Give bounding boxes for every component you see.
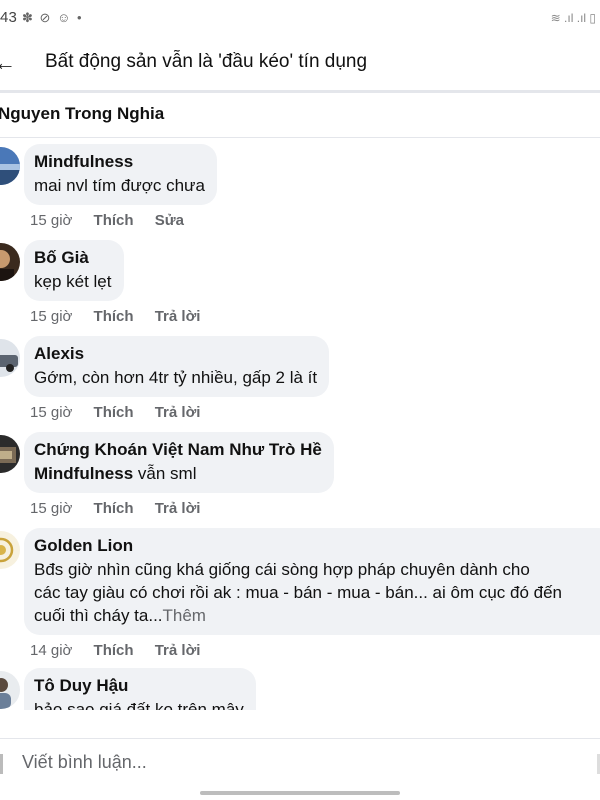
divider <box>0 738 600 739</box>
comment-actions: 15 giờ Thích Trả lời <box>30 308 217 325</box>
comment-actions: 15 giờ Thích Trả lời <box>30 500 217 517</box>
like-button[interactable]: Thích <box>94 642 134 659</box>
like-button[interactable]: Thích <box>94 500 134 517</box>
avatar[interactable] <box>0 531 20 569</box>
like-button[interactable]: Thích <box>94 404 134 421</box>
signal-battery-icons: ≋ .ıl .ıl ▯ <box>550 11 596 25</box>
comment-bubble[interactable]: Tô Duy Hậu bảo sao giá đất ko trên mây <box>24 668 256 710</box>
comment-actions: 15 giờ Thích Sửa <box>30 212 201 229</box>
notification-icons: ✽ ⊘ ☺ • <box>22 10 85 26</box>
comment-text-body: vẫn sml <box>137 464 197 483</box>
comment-text: Mindfulness vẫn sml <box>34 462 322 485</box>
flower-icon: ✽ <box>22 10 33 25</box>
avatar[interactable] <box>0 339 20 377</box>
comment-text-tail: cuối thì cháy ta... <box>34 606 163 625</box>
comment-input[interactable] <box>22 752 562 773</box>
comment-bubble[interactable]: Golden Lion Bđs giờ nhìn cũng khá giống … <box>24 528 600 635</box>
status-bar: 43 ✽ ⊘ ☺ • ≋ .ıl .ıl ▯ <box>0 0 600 38</box>
comment-text: bảo sao giá đất ko trên mây <box>34 700 244 710</box>
reply-button[interactable]: Trả lời <box>155 500 201 517</box>
avatar[interactable] <box>0 147 20 185</box>
like-button[interactable]: Thích <box>94 212 134 229</box>
commenter-name[interactable]: Golden Lion <box>34 534 600 558</box>
divider <box>0 90 600 93</box>
comment-bubble[interactable]: Bố Già kẹp két lẹt <box>24 240 124 301</box>
status-time: 43 <box>0 9 18 26</box>
top-bar: ← Bất động sản vẫn là 'đầu kéo' tín dụng <box>0 38 600 90</box>
comment-bubble[interactable]: Alexis Gớm, còn hơn 4tr tỷ nhiều, gấp 2 … <box>24 336 330 397</box>
comment-time: 14 giờ <box>30 642 73 659</box>
comment-text-line: Bđs giờ nhìn cũng khá giống cái sòng hợp… <box>34 560 530 579</box>
comment-actions: 14 giờ Thích Trả lời <box>30 642 217 659</box>
thread-author[interactable]: Nguyen Trong Nghia <box>0 104 164 124</box>
commenter-name[interactable]: Alexis <box>34 342 317 366</box>
comment-actions: 15 giờ Thích Trả lời <box>30 404 217 421</box>
avatar[interactable] <box>0 243 20 281</box>
see-more-link[interactable]: Thêm <box>163 606 206 625</box>
commenter-name[interactable]: Chứng Khoán Việt Nam Như Trò Hề <box>34 438 322 462</box>
comment-bubble[interactable]: Mindfulness mai nvl tím được chưa <box>24 144 217 205</box>
commenter-name[interactable]: Bố Già <box>34 246 112 270</box>
edit-button[interactable]: Sửa <box>155 212 184 229</box>
comment-time: 15 giờ <box>30 308 73 325</box>
post-title: Bất động sản vẫn là 'đầu kéo' tín dụng <box>45 51 368 72</box>
comment-text: kẹp két lẹt <box>34 272 112 291</box>
comment-text-line: cuối thì cháy ta...Thêm <box>34 604 600 627</box>
comment-bubble[interactable]: Chứng Khoán Việt Nam Như Trò Hề Mindfuln… <box>24 432 334 493</box>
mention-link[interactable]: Mindfulness <box>34 464 133 483</box>
comment-list[interactable]: Mindfulness mai nvl tím được chưa 15 giờ… <box>0 138 600 710</box>
back-arrow-icon[interactable]: ← <box>0 50 16 76</box>
comment-time: 15 giờ <box>30 212 73 229</box>
blocked-icon: ⊘ <box>39 10 51 25</box>
face-icon: ☺ <box>57 10 71 25</box>
home-indicator[interactable] <box>200 791 400 795</box>
comment-time: 15 giờ <box>30 404 73 421</box>
commenter-name[interactable]: Tô Duy Hậu <box>34 674 244 698</box>
reply-button[interactable]: Trả lời <box>155 308 201 325</box>
camera-icon[interactable] <box>0 754 3 774</box>
reply-button[interactable]: Trả lời <box>155 642 201 659</box>
comment-text: mai nvl tím được chưa <box>34 176 205 195</box>
like-button[interactable]: Thích <box>94 308 134 325</box>
avatar[interactable] <box>0 435 20 473</box>
comment-time: 15 giờ <box>30 500 73 517</box>
avatar[interactable] <box>0 671 20 709</box>
comment-text-line: các tay giàu có chơi rồi ak : mua - bán … <box>34 583 563 602</box>
dot-icon: • <box>76 10 82 25</box>
reply-button[interactable]: Trả lời <box>155 404 201 421</box>
comment-text: Gớm, còn hơn 4tr tỷ nhiều, gấp 2 là ít <box>34 368 318 387</box>
commenter-name[interactable]: Mindfulness <box>34 150 205 174</box>
